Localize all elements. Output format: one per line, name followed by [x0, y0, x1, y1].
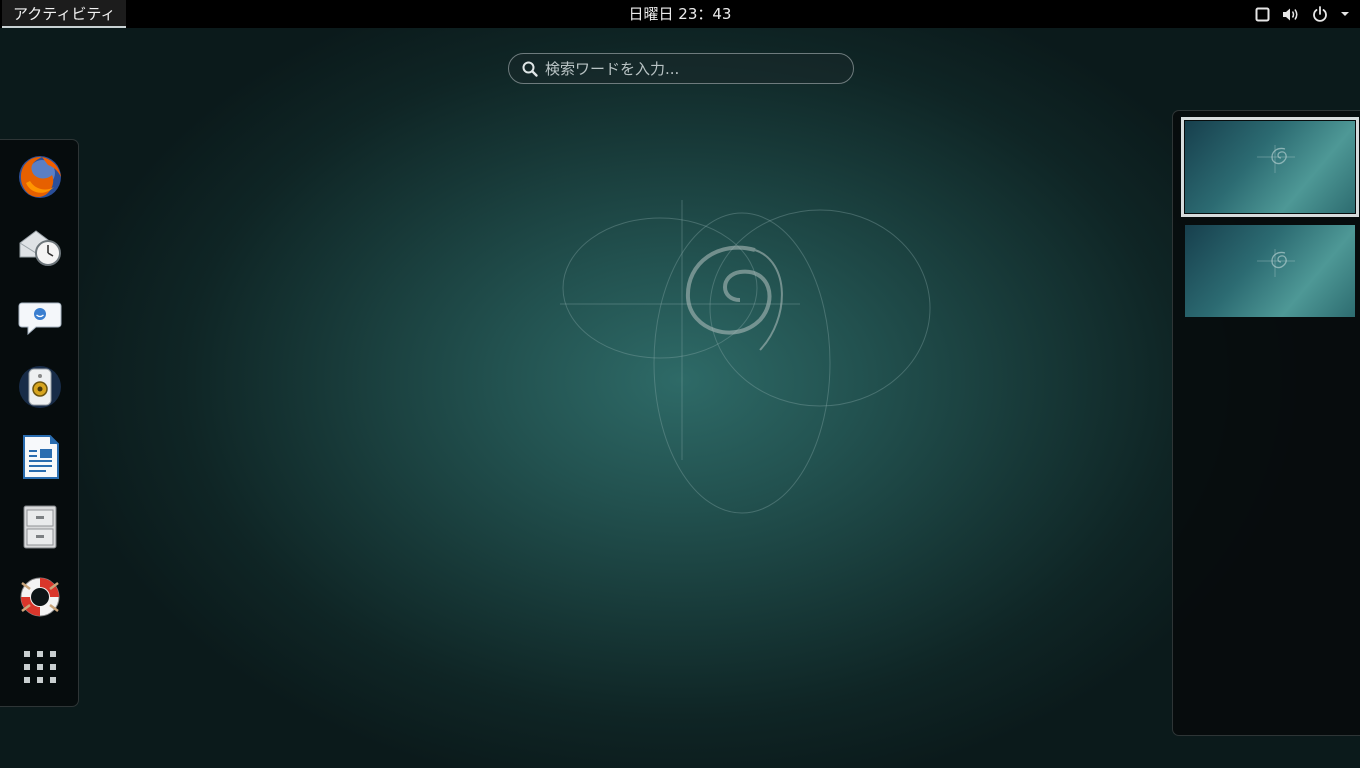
- wallpaper-debian-swirl: [560, 200, 931, 514]
- search-input[interactable]: [545, 55, 853, 82]
- search-icon: [522, 61, 538, 77]
- workspace-thumbnail-2[interactable]: [1185, 225, 1355, 317]
- dash-item-rhythmbox[interactable]: [13, 360, 67, 414]
- power-icon: [1312, 6, 1328, 22]
- dash-item-files[interactable]: [13, 500, 67, 554]
- dash-item-help[interactable]: [13, 570, 67, 624]
- window-icon: [1255, 7, 1270, 22]
- activities-button[interactable]: アクティビティ: [2, 0, 127, 28]
- dash-item-evolution[interactable]: [13, 220, 67, 274]
- dash-item-firefox[interactable]: [13, 150, 67, 204]
- workspace-switcher: [1172, 110, 1360, 736]
- file-cabinet-icon: [23, 505, 57, 549]
- desktop-overview: アクティビティ 日曜日 23：43: [0, 0, 1360, 768]
- workspace-thumbnail-1[interactable]: [1181, 117, 1359, 217]
- app-grid-icon: [24, 651, 56, 683]
- writer-icon: [23, 435, 59, 479]
- workspace-wallpaper-swirl: [1257, 249, 1295, 277]
- top-bar: アクティビティ 日曜日 23：43: [0, 0, 1360, 28]
- dash: [0, 139, 79, 707]
- search-box[interactable]: [508, 53, 854, 84]
- speaker-icon: [19, 366, 61, 408]
- clock[interactable]: 日曜日 23：43: [560, 0, 800, 28]
- firefox-icon: [19, 156, 61, 198]
- lifebuoy-icon: [20, 577, 60, 617]
- dash-item-empathy[interactable]: [13, 290, 67, 344]
- dash-item-writer[interactable]: [13, 430, 67, 484]
- dash-item-show-applications[interactable]: [13, 640, 67, 694]
- menu-arrow-icon: [1340, 10, 1350, 18]
- mail-clock-icon: [19, 230, 61, 266]
- chat-icon: [18, 302, 62, 336]
- workspace-wallpaper-swirl: [1257, 145, 1295, 173]
- volume-icon: [1282, 7, 1300, 22]
- system-status-area[interactable]: [1255, 0, 1350, 28]
